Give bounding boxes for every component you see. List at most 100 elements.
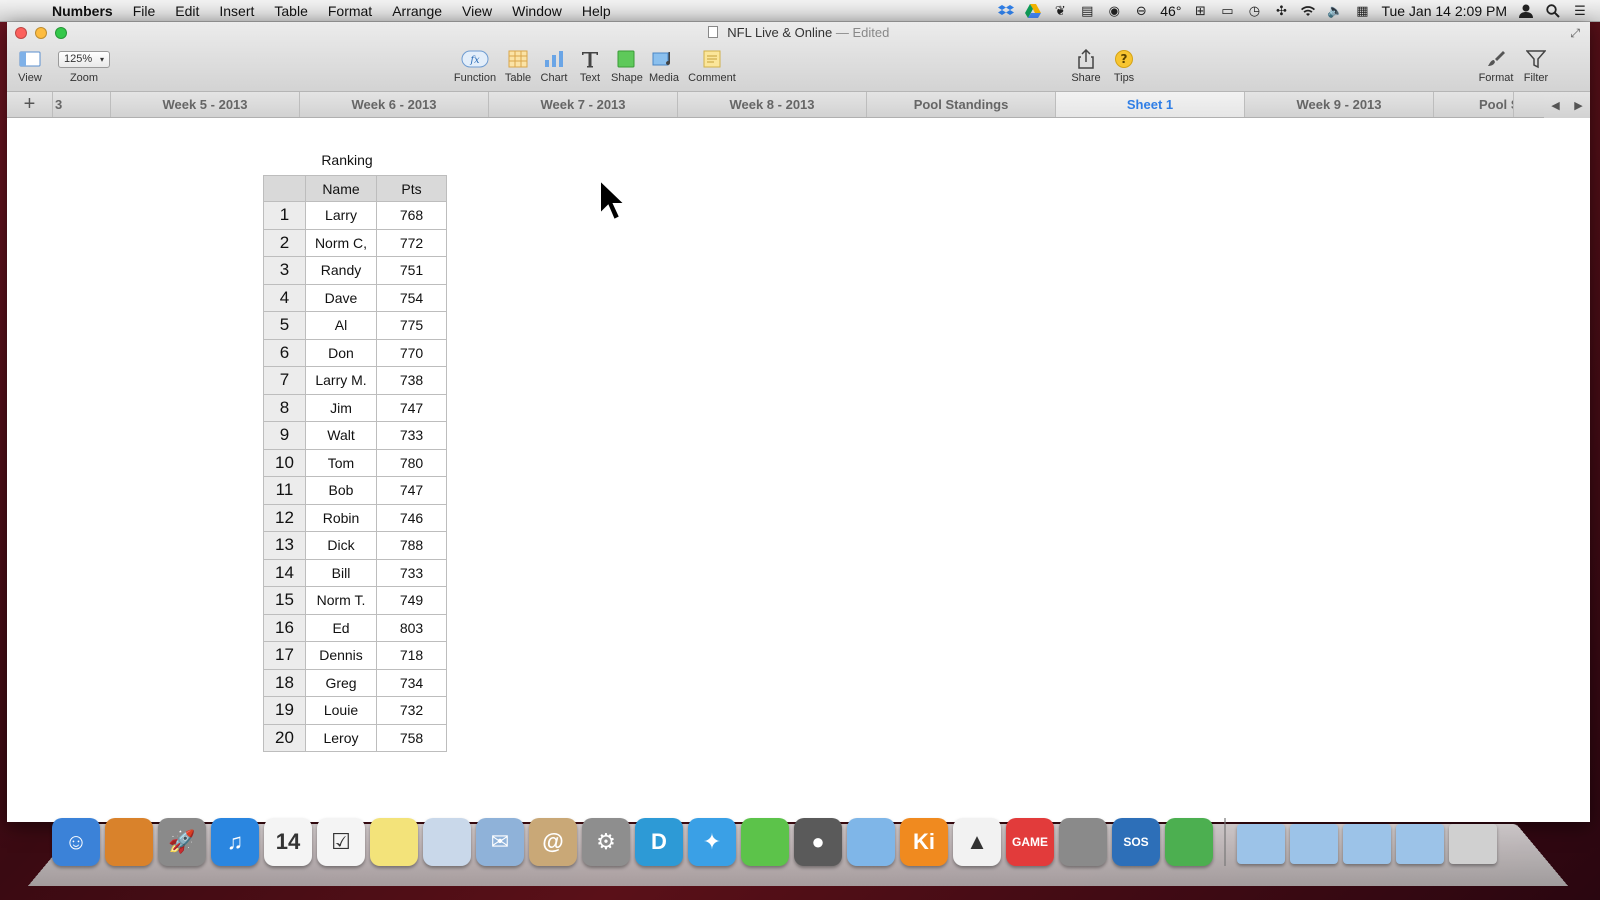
input-menu-icon[interactable]: ▦ bbox=[1354, 3, 1370, 19]
pts-cell[interactable]: 754 bbox=[376, 283, 447, 312]
grid-status-icon[interactable]: ⊞ bbox=[1192, 3, 1208, 19]
menu-file[interactable]: File bbox=[123, 3, 166, 19]
shape-button[interactable]: Shape bbox=[611, 48, 643, 84]
tab-sheet-1[interactable]: Sheet 1 bbox=[1056, 92, 1245, 117]
name-cell[interactable]: Bill bbox=[305, 558, 377, 587]
name-cell[interactable]: Greg bbox=[305, 668, 377, 697]
rank-cell[interactable]: 2 bbox=[263, 228, 306, 257]
menu-table[interactable]: Table bbox=[264, 3, 317, 19]
menu-window[interactable]: Window bbox=[502, 3, 572, 19]
launchpad-icon[interactable]: 🚀 bbox=[158, 818, 206, 866]
tab-week-6[interactable]: Week 6 - 2013 bbox=[300, 92, 489, 117]
name-cell[interactable]: Jim bbox=[305, 393, 377, 422]
header-cell-name[interactable]: Name bbox=[305, 175, 377, 202]
pts-cell[interactable]: 780 bbox=[376, 448, 447, 477]
ranking-table[interactable]: Name Pts 1 Larry 768 2 Norm C, 772 3 Randy 751… bbox=[263, 175, 447, 752]
comment-button[interactable]: Comment bbox=[687, 48, 737, 84]
tab-partial-left[interactable]: 3 bbox=[53, 92, 111, 117]
pts-cell[interactable]: 772 bbox=[376, 228, 447, 257]
rank-cell[interactable]: 11 bbox=[263, 476, 306, 505]
name-cell[interactable]: Louie bbox=[305, 696, 377, 725]
spotlight-search-icon[interactable] bbox=[1545, 3, 1561, 19]
table-button[interactable]: Table bbox=[503, 48, 533, 84]
rank-cell[interactable]: 6 bbox=[263, 338, 306, 367]
pts-cell[interactable]: 718 bbox=[376, 641, 447, 670]
media-button[interactable]: Media bbox=[647, 48, 681, 84]
rank-cell[interactable]: 9 bbox=[263, 421, 306, 450]
rank-cell[interactable]: 18 bbox=[263, 668, 306, 697]
applications-folder-icon[interactable] bbox=[1237, 824, 1285, 864]
header-cell-rank[interactable] bbox=[263, 175, 306, 202]
rank-cell[interactable]: 3 bbox=[263, 256, 306, 285]
preview-icon[interactable] bbox=[423, 818, 471, 866]
name-cell[interactable]: Larry bbox=[305, 201, 377, 230]
pts-cell[interactable]: 734 bbox=[376, 668, 447, 697]
bluetooth-icon[interactable]: ✣ bbox=[1273, 3, 1289, 19]
weather-temperature[interactable]: 46° bbox=[1160, 3, 1181, 19]
tab-week-5[interactable]: Week 5 - 2013 bbox=[111, 92, 300, 117]
header-cell-pts[interactable]: Pts bbox=[376, 175, 447, 202]
name-cell[interactable]: Randy bbox=[305, 256, 377, 285]
pts-cell[interactable]: 733 bbox=[376, 558, 447, 587]
scroll-right-icon[interactable]: ▶ bbox=[1574, 99, 1582, 112]
wifi-icon[interactable] bbox=[1300, 3, 1316, 19]
zoom-select[interactable]: 125% ▾ bbox=[58, 50, 110, 68]
rank-cell[interactable]: 4 bbox=[263, 283, 306, 312]
rank-cell[interactable]: 10 bbox=[263, 448, 306, 477]
add-sheet-button[interactable]: + bbox=[7, 92, 53, 117]
name-cell[interactable]: Al bbox=[305, 311, 377, 340]
notification-center-icon[interactable]: ☰ bbox=[1572, 3, 1588, 19]
name-cell[interactable]: Leroy bbox=[305, 723, 377, 752]
name-cell[interactable]: Norm T. bbox=[305, 586, 377, 615]
safari-icon[interactable]: ✦ bbox=[688, 818, 736, 866]
pts-cell[interactable]: 770 bbox=[376, 338, 447, 367]
evernote-helper-icon[interactable]: ❦ bbox=[1052, 3, 1068, 19]
rank-cell[interactable]: 1 bbox=[263, 201, 306, 230]
zoom-control[interactable]: 125% ▾ Zoom bbox=[57, 48, 111, 84]
folder-icon[interactable] bbox=[1396, 824, 1444, 864]
calendar-icon[interactable]: 14 bbox=[264, 818, 312, 866]
keynote-icon[interactable]: Ki bbox=[900, 818, 948, 866]
tab-partial-right[interactable]: Pool S bbox=[1434, 92, 1514, 117]
trash-icon[interactable] bbox=[1449, 824, 1497, 864]
pts-cell[interactable]: 732 bbox=[376, 696, 447, 725]
share-button[interactable]: Share bbox=[1071, 48, 1101, 84]
name-cell[interactable]: Dennis bbox=[305, 641, 377, 670]
pts-cell[interactable]: 749 bbox=[376, 586, 447, 615]
google-drive-icon[interactable] bbox=[1025, 3, 1042, 19]
contacts-icon[interactable]: @ bbox=[529, 818, 577, 866]
dashlane-icon[interactable]: D bbox=[635, 818, 683, 866]
pts-cell[interactable]: 733 bbox=[376, 421, 447, 450]
rank-cell[interactable]: 12 bbox=[263, 503, 306, 532]
tab-pool-standings[interactable]: Pool Standings bbox=[867, 92, 1056, 117]
finder-icon[interactable]: ☺ bbox=[52, 818, 100, 866]
pts-cell[interactable]: 788 bbox=[376, 531, 447, 560]
sheet-canvas[interactable]: Ranking Name Pts 1 Larry 768 2 Norm C, 772 3… bbox=[7, 119, 1590, 822]
vector-app-icon[interactable]: ▲ bbox=[953, 818, 1001, 866]
text-button[interactable]: Text bbox=[575, 48, 605, 84]
rank-cell[interactable]: 19 bbox=[263, 696, 306, 725]
pts-cell[interactable]: 746 bbox=[376, 503, 447, 532]
menu-insert[interactable]: Insert bbox=[209, 3, 264, 19]
reminders-icon[interactable]: ☑ bbox=[317, 818, 365, 866]
circle-status-icon[interactable]: ◉ bbox=[1106, 3, 1122, 19]
system-preferences-icon[interactable]: ⚙ bbox=[582, 818, 630, 866]
name-cell[interactable]: Dick bbox=[305, 531, 377, 560]
rank-cell[interactable]: 16 bbox=[263, 613, 306, 642]
menu-edit[interactable]: Edit bbox=[165, 3, 209, 19]
do-not-disturb-icon[interactable]: ⊖ bbox=[1133, 3, 1149, 19]
name-cell[interactable]: Bob bbox=[305, 476, 377, 505]
facetime-icon[interactable]: ● bbox=[794, 818, 842, 866]
rank-cell[interactable]: 14 bbox=[263, 558, 306, 587]
rank-cell[interactable]: 8 bbox=[263, 393, 306, 422]
evernote-icon[interactable] bbox=[1165, 818, 1213, 866]
name-cell[interactable]: Walt bbox=[305, 421, 377, 450]
pts-cell[interactable]: 758 bbox=[376, 723, 447, 752]
menu-arrange[interactable]: Arrange bbox=[382, 3, 452, 19]
menubar-clock[interactable]: Tue Jan 14 2:09 PM bbox=[1381, 3, 1507, 19]
scroll-left-icon[interactable]: ◀ bbox=[1551, 99, 1559, 112]
chart-button[interactable]: Chart bbox=[539, 48, 569, 84]
numbers-icon[interactable] bbox=[847, 818, 895, 866]
fullscreen-icon[interactable]: ⤢ bbox=[1570, 26, 1580, 41]
tips-button[interactable]: ? Tips bbox=[1109, 48, 1139, 84]
